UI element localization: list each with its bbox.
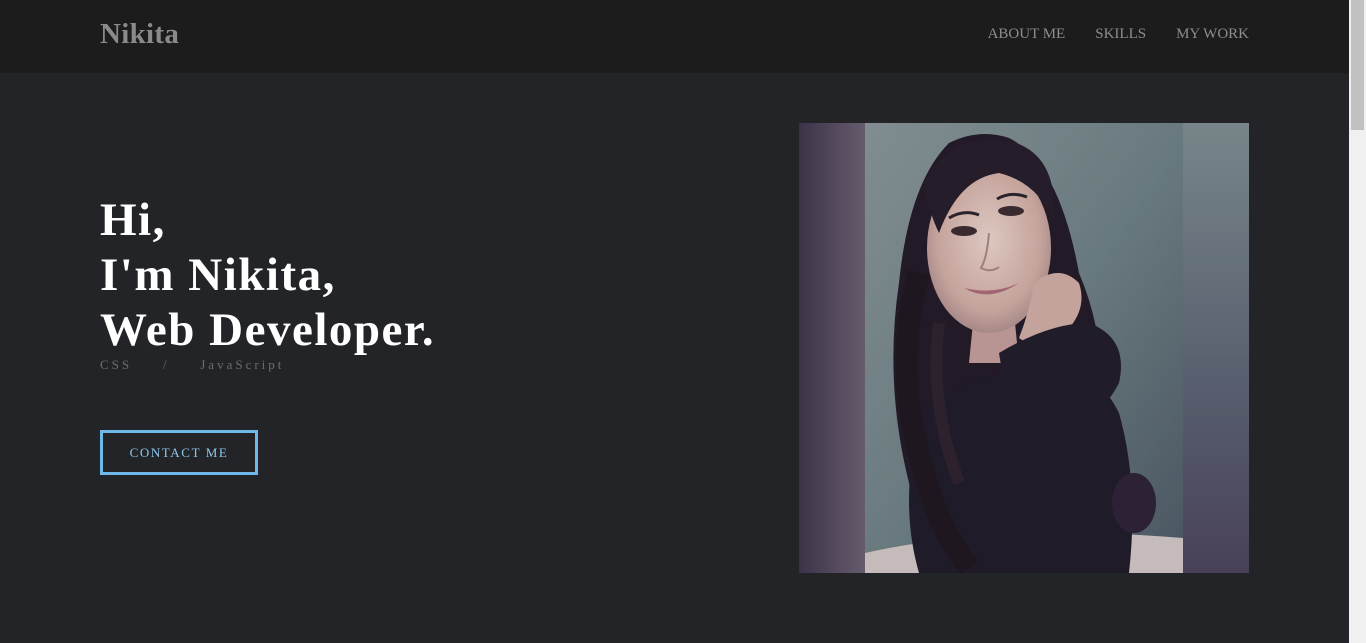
main-nav: ABOUT ME SKILLS MY WORK — [988, 25, 1249, 43]
scrollbar-thumb[interactable] — [1351, 0, 1364, 130]
profile-photo — [799, 123, 1249, 573]
nav-my-work[interactable]: MY WORK — [1176, 25, 1249, 43]
tech-stack: CSS / JavaScript — [100, 357, 285, 372]
hero-heading: Hi, I'm Nikita, Web Developer. — [100, 193, 435, 358]
nav-skills[interactable]: SKILLS — [1095, 25, 1146, 43]
hero-role: Web Developer. — [100, 304, 436, 356]
profile-photo-image — [799, 123, 1249, 573]
vertical-scrollbar[interactable] — [1349, 0, 1366, 643]
page: Nikita ABOUT ME SKILLS MY WORK Hi, I'm N… — [0, 0, 1366, 643]
contact-me-button[interactable]: CONTACT ME — [100, 430, 258, 475]
nav-about-me[interactable]: ABOUT ME — [988, 25, 1066, 43]
hero-greeting: Hi, — [100, 194, 166, 246]
hero-name: I'm Nikita, — [100, 249, 336, 301]
brand-logo[interactable]: Nikita — [100, 16, 179, 52]
site-header: Nikita ABOUT ME SKILLS MY WORK — [0, 0, 1349, 73]
